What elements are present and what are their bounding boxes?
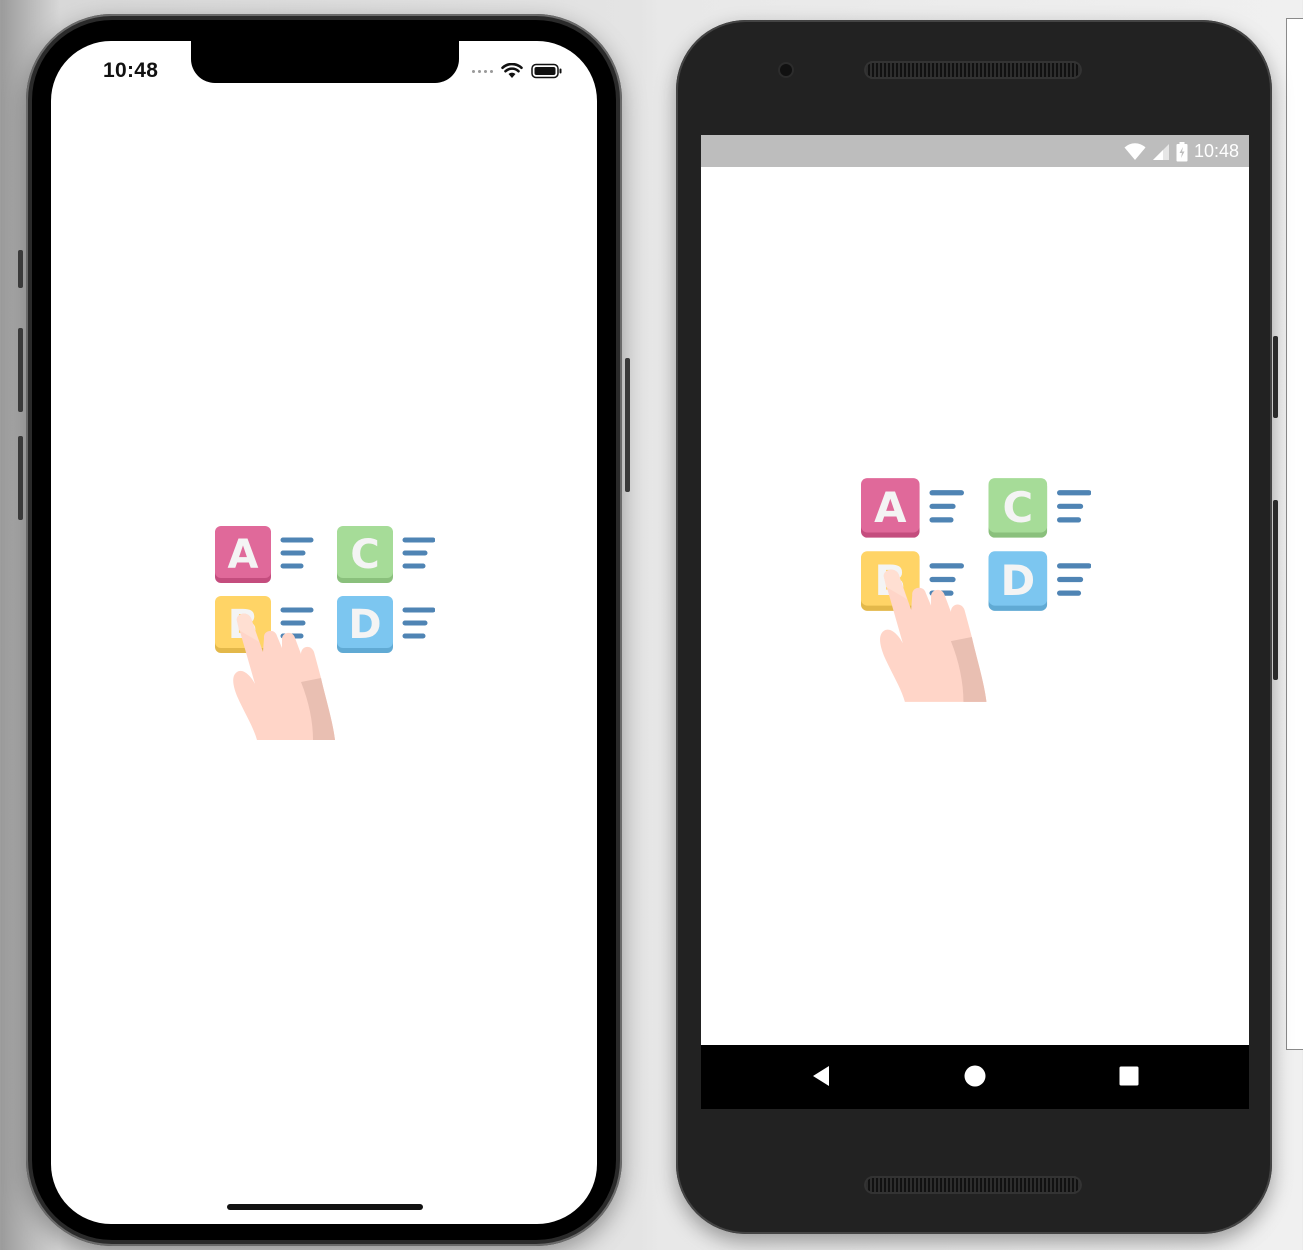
wifi-icon [501,63,523,78]
home-icon[interactable] [964,1065,986,1087]
front-camera [780,64,792,76]
side-button [625,358,630,492]
battery-charging-icon [1176,141,1188,161]
power-button [1273,336,1278,418]
tile-letter: A [874,483,907,532]
android-status-bar: 10:48 [701,135,1249,167]
answer-lines-icon [929,490,964,523]
answer-lines-icon [280,607,314,639]
battery-icon [531,63,562,79]
android-screen: 10:48 ACBD [701,135,1249,1109]
answer-lines-icon [402,537,435,569]
tile-a: A [861,478,920,538]
cell-signal-icon [1152,143,1169,160]
answer-lines-icon [280,537,314,569]
ios-status-icons [472,63,563,79]
side-panel-edge [1286,18,1303,1050]
tile-letter: D [348,602,381,648]
pointing-hand-icon [880,569,987,702]
wifi-icon [1124,142,1146,160]
android-status-time: 10:48 [1193,141,1239,161]
tile-a: A [215,526,271,583]
volume-down-button [18,436,23,520]
answer-lines-icon [1057,490,1091,523]
pointing-hand-icon [233,613,335,740]
android-nav-bar [701,1045,1249,1109]
volume-up-button [18,328,23,412]
answer-lines-icon [1057,563,1091,596]
android-frame: 10:48 ACBD [676,20,1278,1234]
top-speaker [864,61,1082,79]
volume-rocker [1273,500,1278,680]
quiz-choice-icon: ACBD [215,526,435,740]
tile-letter: D [1000,556,1035,605]
tile-c: C [988,478,1048,538]
home-indicator[interactable] [227,1204,423,1210]
iphone-frame: 10:48 ACBD [18,14,630,1246]
ios-screen: 10:48 ACBD [51,41,597,1224]
tile-letter: C [350,532,379,578]
notch [191,41,459,83]
quiz-choice-icon: ACBD [861,478,1091,702]
ios-status-time: 10:48 [103,59,159,82]
answer-lines-icon [402,607,435,639]
back-icon[interactable] [811,1065,831,1087]
signal-dots-icon [472,69,493,73]
tile-c: C [337,526,393,583]
tile-d: D [337,596,393,653]
tile-d: D [988,551,1048,611]
tile-letter: A [228,532,259,578]
answer-lines-icon [929,563,964,596]
recents-icon[interactable] [1119,1066,1139,1086]
bottom-speaker [864,1176,1082,1194]
mute-switch [18,250,23,288]
tile-letter: C [1002,483,1033,532]
